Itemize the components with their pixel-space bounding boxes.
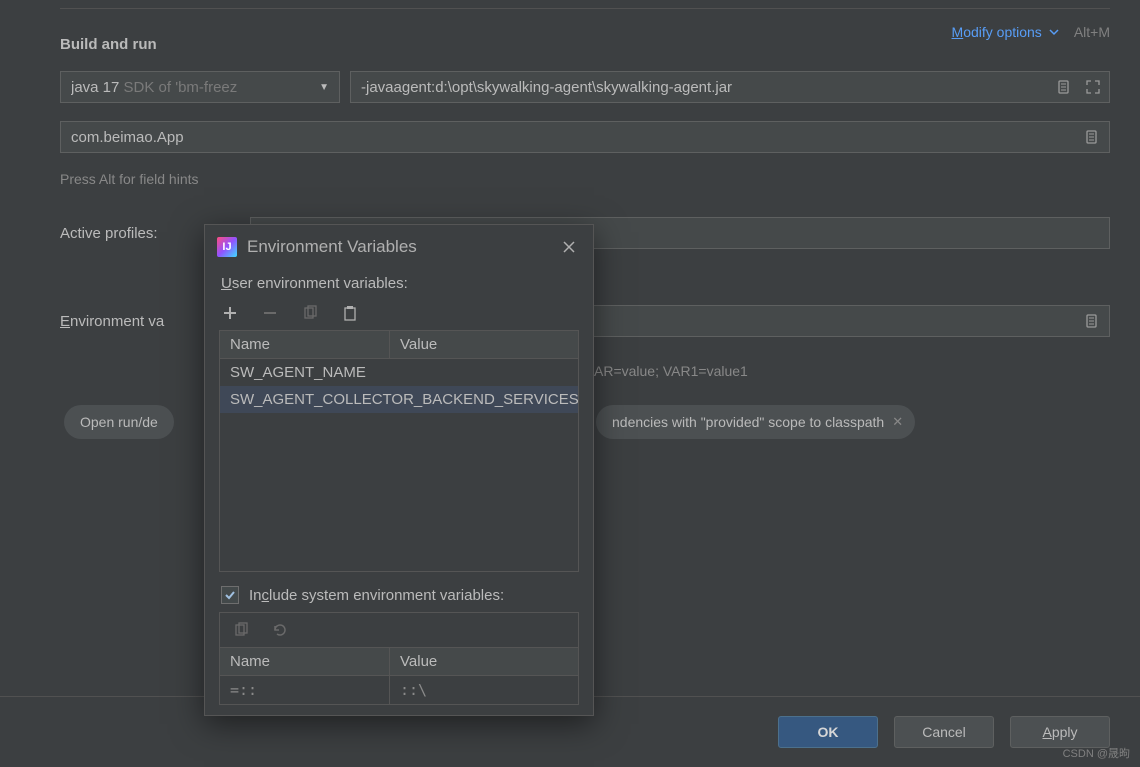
top-divider [60,8,1110,9]
checkbox-checked-icon[interactable] [221,586,239,604]
watermark: CSDN @晟昫 [1063,745,1130,761]
env-placeholder-hint: AR=value; VAR1=value1 [594,363,748,379]
dialog-titlebar: IJ Environment Variables [205,225,593,265]
table-row[interactable]: SW_AGENT_COLLECTOR_BACKEND_SERVICES [220,386,578,413]
col-name-header[interactable]: Name [220,331,390,358]
main-class-field[interactable]: com.beimao.App [60,121,1110,153]
env-variables-dialog: IJ Environment Variables User environmen… [204,224,594,716]
sys-col-name-header[interactable]: Name [220,648,390,675]
sys-col-value-header[interactable]: Value [390,648,578,675]
cancel-button[interactable]: Cancel [894,716,994,748]
table-header: Name Value [220,331,578,359]
browse-icon[interactable] [1083,311,1103,331]
undo-icon[interactable] [268,619,290,641]
table-row[interactable]: =:: ::\ [220,676,578,704]
ok-button[interactable]: OK [778,716,878,748]
user-env-toolbar [205,298,593,330]
include-system-checkbox-row[interactable]: Include system environment variables: [205,572,593,612]
user-env-table[interactable]: Name Value SW_AGENT_NAME SW_AGENT_COLLEC… [219,330,579,572]
jdk-selector[interactable]: java 17 SDK of 'bm-freez ▼ [60,71,340,103]
paste-icon[interactable] [339,302,361,324]
close-dialog-button[interactable] [557,235,581,259]
chevron-down-icon: ▼ [319,82,329,93]
modify-options[interactable]: Modify options Alt+M [952,24,1110,40]
col-value-header[interactable]: Value [390,331,578,358]
close-icon[interactable]: ✕ [892,414,903,430]
intellij-icon: IJ [217,237,237,257]
section-title: Build and run [60,36,157,53]
copy-icon[interactable] [230,619,252,641]
copy-icon[interactable] [299,302,321,324]
fullscreen-icon[interactable] [1083,77,1103,97]
remove-icon[interactable] [259,302,281,324]
field-hint: Press Alt for field hints [60,171,1110,187]
apply-button[interactable]: Apply [1010,716,1110,748]
system-env-table: Name Value =:: ::\ [219,612,579,705]
table-row[interactable]: SW_AGENT_NAME [220,359,578,386]
include-system-label: Include system environment variables: [249,587,504,604]
chevron-down-icon [1048,26,1060,38]
add-icon[interactable] [219,302,241,324]
option-pill-provided-scope[interactable]: ndencies with "provided" scope to classp… [596,405,915,439]
vm-options-field[interactable]: -javaagent:d:\opt\skywalking-agent\skywa… [350,71,1110,103]
dialog-title: Environment Variables [247,237,417,257]
option-pill-open-run[interactable]: Open run/de [64,405,174,439]
user-env-label: User environment variables: [205,265,593,298]
expand-field-icon[interactable] [1055,77,1075,97]
expand-field-icon[interactable] [1083,127,1103,147]
shortcut-hint: Alt+M [1074,24,1110,40]
